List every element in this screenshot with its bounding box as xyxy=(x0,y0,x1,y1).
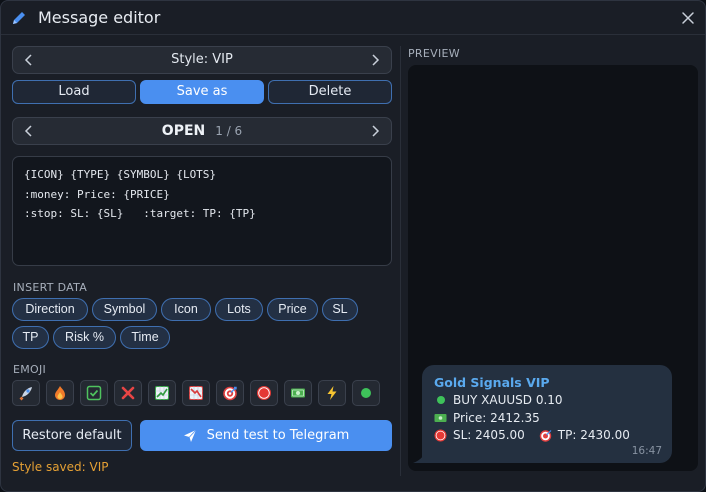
chip-risk[interactable]: Risk % xyxy=(53,326,116,349)
template-count: 1 / 6 xyxy=(215,124,243,138)
preview-label: PREVIEW xyxy=(408,47,460,60)
message-time: 16:47 xyxy=(631,445,662,457)
message-editor-window: Message editor Style: VIP Load Save as D… xyxy=(0,0,706,492)
lightning-icon[interactable] xyxy=(318,380,346,406)
message-line: BUY XAUUSD 0.10 xyxy=(434,393,563,407)
template-label: OPEN 1 / 6 xyxy=(13,118,391,144)
emoji-label: EMOJI xyxy=(13,363,47,376)
chip-direction[interactable]: Direction xyxy=(12,298,88,321)
stop-icon[interactable] xyxy=(250,380,278,406)
money-icon xyxy=(434,412,447,425)
save-as-button[interactable]: Save as xyxy=(140,80,264,104)
close-icon[interactable] xyxy=(677,7,699,29)
target-icon xyxy=(539,429,552,442)
send-paper-plane-icon xyxy=(183,429,197,443)
target-icon[interactable] xyxy=(216,380,244,406)
delete-button[interactable]: Delete xyxy=(268,80,392,104)
preview-message-bubble: Gold Signals VIP BUY XAUUSD 0.10 Price: … xyxy=(422,365,672,463)
cross-icon[interactable] xyxy=(114,380,142,406)
message-tp-text: TP: 2430.00 xyxy=(557,428,630,442)
title-bar: Message editor xyxy=(1,1,705,35)
insert-data-label: INSERT DATA xyxy=(13,281,88,294)
fire-icon[interactable] xyxy=(46,380,74,406)
template-navigator: OPEN 1 / 6 xyxy=(12,117,392,145)
send-test-label: Send test to Telegram xyxy=(206,428,350,443)
chip-icon[interactable]: Icon xyxy=(161,298,211,321)
status-message: Style saved: VIP xyxy=(12,460,109,474)
template-line: :money: Price: {PRICE} xyxy=(24,187,170,201)
message-title: Gold Signals VIP xyxy=(434,375,550,390)
chip-lots[interactable]: Lots xyxy=(215,298,263,321)
chart-down-icon[interactable] xyxy=(182,380,210,406)
chart-up-icon[interactable] xyxy=(148,380,176,406)
pencil-icon xyxy=(10,9,28,27)
template-line: {ICON} {TYPE} {SYMBOL} {LOTS} xyxy=(24,168,217,181)
restore-default-button[interactable]: Restore default xyxy=(12,420,132,451)
style-next-chevron-right-icon[interactable] xyxy=(361,47,389,73)
load-button[interactable]: Load xyxy=(12,80,136,104)
template-line: :stop: SL: {SL} :target: TP: {TP} xyxy=(24,207,256,220)
stop-icon xyxy=(434,429,447,442)
send-test-button[interactable]: Send test to Telegram xyxy=(140,420,392,451)
template-name: OPEN xyxy=(161,123,206,139)
check-icon[interactable] xyxy=(80,380,108,406)
style-label: Style: VIP xyxy=(171,52,233,67)
chip-symbol[interactable]: Symbol xyxy=(92,298,157,321)
message-sl-text: SL: 2405.00 xyxy=(453,428,525,442)
message-line-text: Price: 2412.35 xyxy=(453,411,540,425)
message-line: Price: 2412.35 xyxy=(434,411,540,425)
chip-time[interactable]: Time xyxy=(120,326,170,349)
money-icon[interactable] xyxy=(284,380,312,406)
rocket-icon[interactable] xyxy=(12,380,40,406)
message-line-text: BUY XAUUSD 0.10 xyxy=(453,393,563,407)
message-line: SL: 2405.00 TP: 2430.00 xyxy=(434,428,630,442)
chip-tp[interactable]: TP xyxy=(12,326,49,349)
template-next-chevron-right-icon[interactable] xyxy=(361,118,389,144)
chip-price[interactable]: Price xyxy=(267,298,318,321)
window-title: Message editor xyxy=(38,8,161,27)
template-editor[interactable]: {ICON} {TYPE} {SYMBOL} {LOTS} :money: Pr… xyxy=(12,156,392,266)
chip-sl[interactable]: SL xyxy=(322,298,358,321)
style-navigator: Style: VIP xyxy=(12,46,392,74)
green-dot-icon[interactable] xyxy=(352,380,380,406)
panel-divider xyxy=(400,46,401,476)
green-dot-icon xyxy=(434,394,447,407)
